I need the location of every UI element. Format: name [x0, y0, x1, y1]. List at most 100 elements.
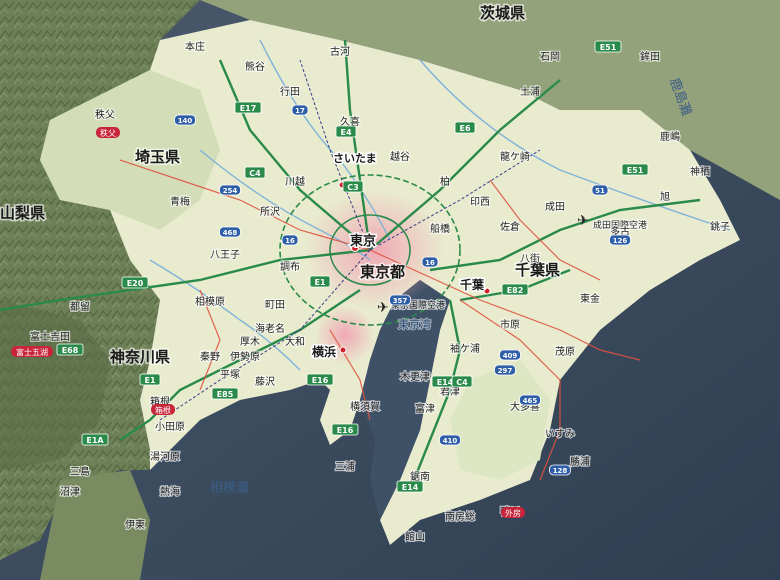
svg-text:E1: E1: [144, 376, 155, 385]
svg-text:E20: E20: [127, 279, 144, 288]
route-marker-16: 16: [421, 256, 439, 268]
tokyo-urban-area: [305, 190, 445, 310]
expressway-shield-e16: E16: [331, 423, 359, 436]
expressway-shield-e14: E14: [396, 480, 424, 493]
city-label-kimitsu: 君津: [440, 386, 460, 398]
city-label-isumi: いすみ: [545, 428, 575, 440]
capital-dot-icon: [483, 287, 491, 295]
city-label-yokosuka: 横須賀: [350, 400, 380, 413]
city-label-narita_city: 成田: [545, 201, 565, 213]
city-label-futtsu: 富津: [415, 402, 435, 415]
capital-tokyo: 東京: [350, 233, 376, 249]
expressway-shield-e1: E1: [309, 275, 331, 288]
city-label-hadano: 秦野: [200, 350, 220, 363]
city-label-asahi: 旭: [660, 191, 670, 203]
city-label-ito: 伊東: [125, 518, 145, 531]
expressway-shield-e1: E1: [139, 373, 161, 386]
expressway-shield-e17: E17: [234, 101, 262, 114]
svg-text:410: 410: [443, 437, 458, 445]
city-label-gyoda: 行田: [280, 85, 300, 98]
svg-text:外房: 外房: [505, 508, 521, 518]
city-label-tsuru: 都留: [70, 300, 90, 313]
city-label-sakura: 佐倉: [500, 220, 520, 233]
svg-text:E17: E17: [240, 104, 257, 113]
route-marker-126: 126: [609, 234, 631, 246]
svg-text:E51: E51: [600, 43, 617, 52]
city-label-tsuchiura: 土浦: [520, 85, 540, 98]
svg-text:C4: C4: [249, 169, 261, 178]
city-label-ichihara: 市原: [500, 318, 520, 331]
svg-text:468: 468: [223, 229, 238, 237]
route-marker-409: 409: [499, 349, 521, 361]
city-label-honjo: 本庄: [185, 40, 205, 53]
expressway-shield-e20: E20: [121, 276, 149, 289]
city-label-kashiwa: 柏: [440, 175, 450, 188]
svg-text:E1A: E1A: [86, 436, 104, 445]
route-marker-410: 410: [439, 434, 461, 446]
city-label-ishioka: 石岡: [540, 51, 560, 63]
water-sagami-bay: 相模灘: [210, 481, 249, 496]
red-tag-chichibu: 秩父: [96, 127, 120, 138]
route-marker-140: 140: [174, 114, 196, 126]
capital-dot-icon: [339, 346, 347, 354]
city-label-misaki: 三浦: [335, 460, 355, 473]
prefecture-ibaraki: 茨城県: [480, 4, 525, 22]
svg-text:E14: E14: [437, 378, 454, 387]
expressway-shield-e6: E6: [454, 121, 476, 134]
city-label-chichibu: 秩父: [95, 109, 115, 121]
svg-text:16: 16: [425, 259, 435, 267]
route-marker-297: 297: [494, 364, 516, 376]
svg-text:E85: E85: [217, 390, 234, 399]
red-tag-sotobo: 外房: [501, 507, 525, 518]
prefecture-saitama: 埼玉県: [135, 148, 180, 166]
svg-text:箱根: 箱根: [155, 405, 171, 415]
city-label-tateyama: 館山: [405, 530, 425, 543]
svg-text:富士五湖: 富士五湖: [16, 347, 48, 357]
expressway-shield-e51: E51: [621, 163, 649, 176]
red-tag-fuji_five: 富士五湖: [11, 346, 53, 357]
city-label-fujiyoshida: 富士吉田: [30, 330, 70, 343]
city-label-hiratsuka: 平塚: [220, 369, 240, 381]
svg-text:秩父: 秩父: [100, 128, 116, 138]
city-label-ryugasaki: 龍ケ崎: [500, 150, 530, 163]
svg-text:16: 16: [285, 237, 295, 245]
map-canvas[interactable]: 茨城県 埼玉県 千葉県 東京都 神奈川県 山梨県 さいたま 東京 横浜 千葉 ✈…: [0, 0, 780, 580]
svg-text:C3: C3: [347, 183, 358, 192]
city-label-mishima: 三島: [70, 465, 90, 478]
city-label-isehara: 伊勢原: [230, 350, 260, 363]
svg-text:E16: E16: [337, 426, 354, 435]
city-label-chofu: 調布: [280, 260, 300, 273]
route-marker-51: 51: [591, 184, 609, 196]
svg-text:297: 297: [498, 367, 513, 375]
expressway-shield-e82: E82: [501, 283, 529, 296]
route-marker-465: 465: [519, 394, 541, 406]
city-label-yachimata: 八街: [520, 252, 540, 265]
svg-text:357: 357: [393, 297, 408, 305]
city-label-ebina: 海老名: [255, 322, 285, 335]
route-marker-254: 254: [219, 184, 241, 196]
city-label-mobara: 茂原: [555, 345, 575, 358]
city-label-kamisu: 神栖: [690, 165, 710, 178]
city-label-atami: 熱海: [160, 485, 180, 498]
kanto-map[interactable]: 茨城県 埼玉県 千葉県 東京都 神奈川県 山梨県 さいたま 東京 横浜 千葉 ✈…: [0, 0, 780, 580]
city-label-atsugi: 厚木: [240, 336, 260, 348]
svg-text:409: 409: [503, 352, 518, 360]
city-label-kumagaya: 熊谷: [245, 60, 265, 73]
city-label-yamato: 大和: [285, 335, 305, 348]
city-label-inzai: 印西: [470, 196, 490, 208]
city-label-koga: 古河: [330, 45, 350, 58]
svg-text:E16: E16: [312, 376, 329, 385]
expressway-shield-e1a: E1A: [81, 433, 109, 446]
expressway-shield-c4: C4: [451, 375, 473, 388]
city-label-choshi: 銚子: [710, 220, 730, 233]
city-label-togane: 東金: [580, 292, 600, 305]
city-label-machida: 町田: [265, 300, 285, 311]
city-label-kashima: 鹿嶋: [660, 130, 680, 143]
route-marker-16: 16: [281, 234, 299, 246]
expressway-shield-c3: C3: [342, 180, 364, 193]
svg-text:254: 254: [223, 187, 238, 195]
airplane-icon: ✈: [377, 300, 389, 316]
prefecture-kanagawa: 神奈川県: [110, 348, 170, 366]
city-label-sagamihara: 相模原: [195, 295, 225, 308]
capital-saitama: さいたま: [333, 152, 377, 165]
